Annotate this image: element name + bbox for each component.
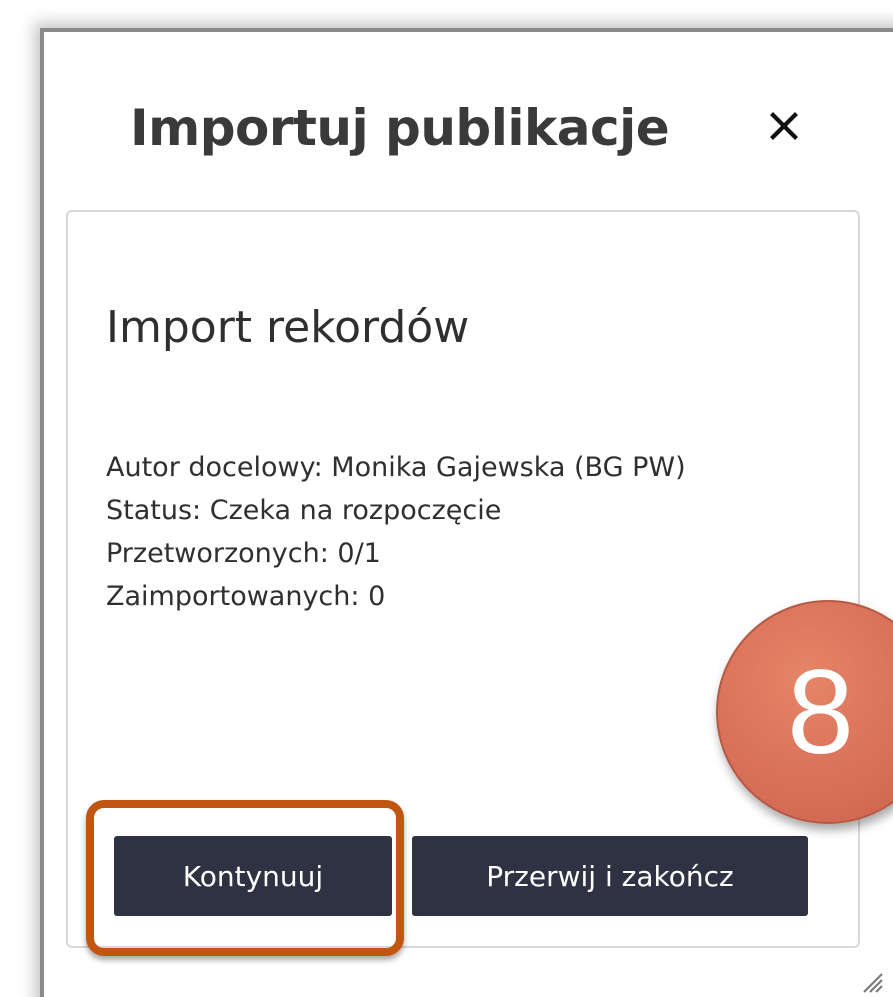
panel-title: Import rekordów bbox=[106, 302, 470, 353]
page: Importuj publikacje Import rekordów Auto… bbox=[0, 0, 893, 997]
close-button[interactable] bbox=[764, 106, 804, 146]
imported-count-text: Zaimportowanych: 0 bbox=[106, 581, 386, 612]
target-author-text: Autor docelowy: Monika Gajewska (BG PW) bbox=[106, 452, 686, 483]
abort-and-finish-button[interactable]: Przerwij i zakończ bbox=[412, 836, 808, 916]
import-info: Autor docelowy: Monika Gajewska (BG PW) … bbox=[106, 446, 686, 618]
processed-count-text: Przetworzonych: 0/1 bbox=[106, 538, 381, 569]
close-icon bbox=[770, 112, 798, 140]
resize-grip-icon[interactable] bbox=[858, 968, 884, 994]
continue-button[interactable]: Kontynuuj bbox=[114, 836, 392, 916]
dialog-title: Importuj publikacje bbox=[130, 99, 670, 157]
status-text: Status: Czeka na rozpoczęcie bbox=[106, 495, 502, 526]
